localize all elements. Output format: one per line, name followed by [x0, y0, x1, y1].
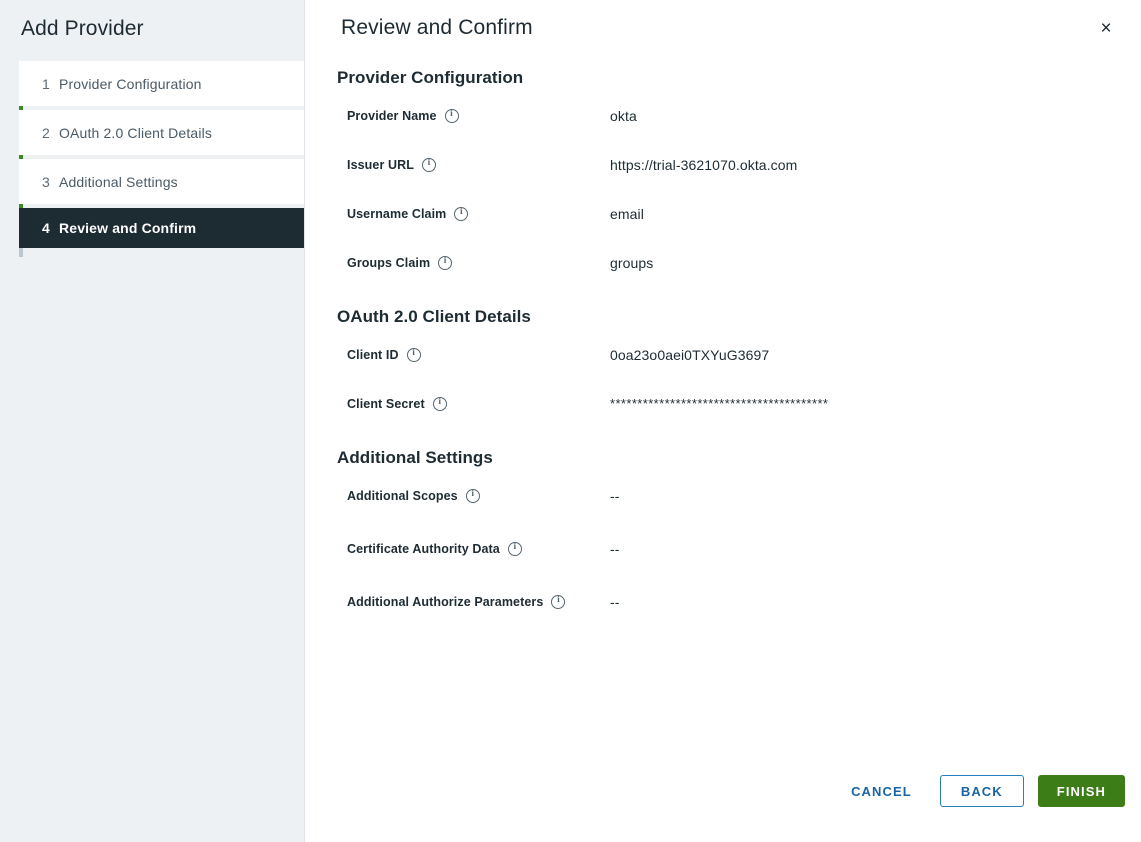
- field-label-text: Username Claim: [347, 206, 447, 221]
- field-label-text: Certificate Authority Data: [347, 541, 500, 556]
- cancel-button[interactable]: CANCEL: [837, 775, 926, 807]
- field-value: https://trial-3621070.okta.com: [610, 156, 798, 173]
- sidebar-step-provider-configuration[interactable]: 1 Provider Configuration: [19, 61, 304, 106]
- field-label: Additional Authorize Parameters i: [347, 594, 610, 609]
- info-icon[interactable]: i: [432, 396, 447, 411]
- wizard-steps-list: 1 Provider Configuration 2 OAuth 2.0 Cli…: [0, 61, 304, 257]
- sidebar-title: Add Provider: [21, 17, 144, 40]
- step-label: Provider Configuration: [59, 75, 202, 92]
- field-value: 0oa23o0aei0TXYuG3697: [610, 346, 770, 363]
- sidebar-step-additional-settings[interactable]: 3 Additional Settings: [19, 159, 304, 204]
- field-label: Provider Name i: [347, 108, 610, 123]
- field-row-certificate-authority-data: Certificate Authority Data i --: [335, 535, 1105, 562]
- field-row-client-id: Client ID i 0oa23o0aei0TXYuG3697: [335, 341, 1105, 368]
- field-value: okta: [610, 107, 637, 124]
- info-icon[interactable]: i: [454, 206, 469, 221]
- field-label: Client ID i: [347, 347, 610, 362]
- field-label: Certificate Authority Data i: [347, 541, 610, 556]
- sidebar-step-review-and-confirm[interactable]: 4 Review and Confirm: [19, 208, 304, 248]
- info-icon[interactable]: i: [422, 157, 436, 172]
- wizard-main-pane: Review and Confirm × Provider Configurat…: [305, 0, 1141, 842]
- field-label-text: Groups Claim: [347, 255, 431, 270]
- finish-button[interactable]: FINISH: [1037, 775, 1125, 807]
- field-label: Issuer URL i: [347, 157, 610, 172]
- field-row-additional-authorize-parameters: Additional Authorize Parameters i --: [335, 588, 1105, 615]
- field-label: Groups Claim i: [347, 255, 610, 270]
- field-value-masked: ****************************************: [610, 396, 829, 411]
- field-label-text: Client Secret: [347, 396, 425, 411]
- step-label: Review and Confirm: [59, 220, 197, 236]
- step-number: 1: [42, 75, 50, 92]
- step-number: 3: [42, 173, 50, 190]
- field-row-additional-scopes: Additional Scopes i --: [335, 482, 1105, 509]
- field-row-provider-name: Provider Name i okta: [335, 102, 1105, 129]
- field-label: Additional Scopes i: [347, 488, 610, 503]
- field-label-text: Issuer URL: [347, 157, 414, 172]
- page-title: Review and Confirm: [341, 16, 533, 39]
- close-icon[interactable]: ×: [1092, 14, 1120, 42]
- field-value: --: [610, 540, 620, 557]
- back-button[interactable]: BACK: [939, 775, 1024, 807]
- field-value: --: [610, 487, 620, 504]
- section-additional-settings: Additional Settings Additional Scopes i …: [335, 448, 1105, 615]
- field-label-text: Provider Name: [347, 108, 437, 123]
- info-icon[interactable]: i: [465, 488, 480, 503]
- info-icon[interactable]: i: [444, 108, 459, 123]
- field-label-text: Additional Authorize Parameters: [347, 594, 544, 609]
- field-label: Username Claim i: [347, 206, 610, 221]
- section-title: Additional Settings: [337, 448, 493, 467]
- field-label: Client Secret i: [347, 396, 610, 411]
- info-icon[interactable]: i: [438, 255, 453, 270]
- section-provider-configuration: Provider Configuration Provider Name i o…: [335, 68, 1105, 276]
- sidebar-step-oauth-client-details[interactable]: 2 OAuth 2.0 Client Details: [19, 110, 304, 155]
- field-value: email: [610, 205, 644, 222]
- review-content: Provider Configuration Provider Name i o…: [305, 56, 1141, 758]
- info-icon[interactable]: i: [507, 541, 522, 556]
- info-icon[interactable]: i: [551, 594, 566, 609]
- step-number: 2: [42, 124, 50, 141]
- field-row-groups-claim: Groups Claim i groups: [335, 249, 1105, 276]
- wizard-sidebar: Add Provider 1 Provider Configuration 2 …: [0, 0, 305, 842]
- field-row-client-secret: Client Secret i ************************…: [335, 390, 1105, 417]
- field-row-issuer-url: Issuer URL i https://trial-3621070.okta.…: [335, 151, 1105, 178]
- wizard-footer: CANCEL BACK FINISH: [305, 758, 1141, 842]
- section-title: Provider Configuration: [337, 68, 524, 87]
- field-label-text: Client ID: [347, 347, 399, 362]
- step-label: Additional Settings: [59, 173, 178, 190]
- field-label-text: Additional Scopes: [347, 488, 458, 503]
- field-row-username-claim: Username Claim i email: [335, 200, 1105, 227]
- section-oauth-client-details: OAuth 2.0 Client Details Client ID i 0oa…: [335, 307, 1105, 417]
- step-number: 4: [42, 220, 50, 236]
- field-value: --: [610, 593, 620, 610]
- field-value: groups: [610, 254, 654, 271]
- main-header: Review and Confirm ×: [305, 0, 1141, 56]
- info-icon[interactable]: i: [406, 347, 421, 362]
- section-title: OAuth 2.0 Client Details: [337, 307, 531, 326]
- step-label: OAuth 2.0 Client Details: [59, 124, 213, 141]
- add-provider-wizard: Add Provider 1 Provider Configuration 2 …: [0, 0, 1141, 842]
